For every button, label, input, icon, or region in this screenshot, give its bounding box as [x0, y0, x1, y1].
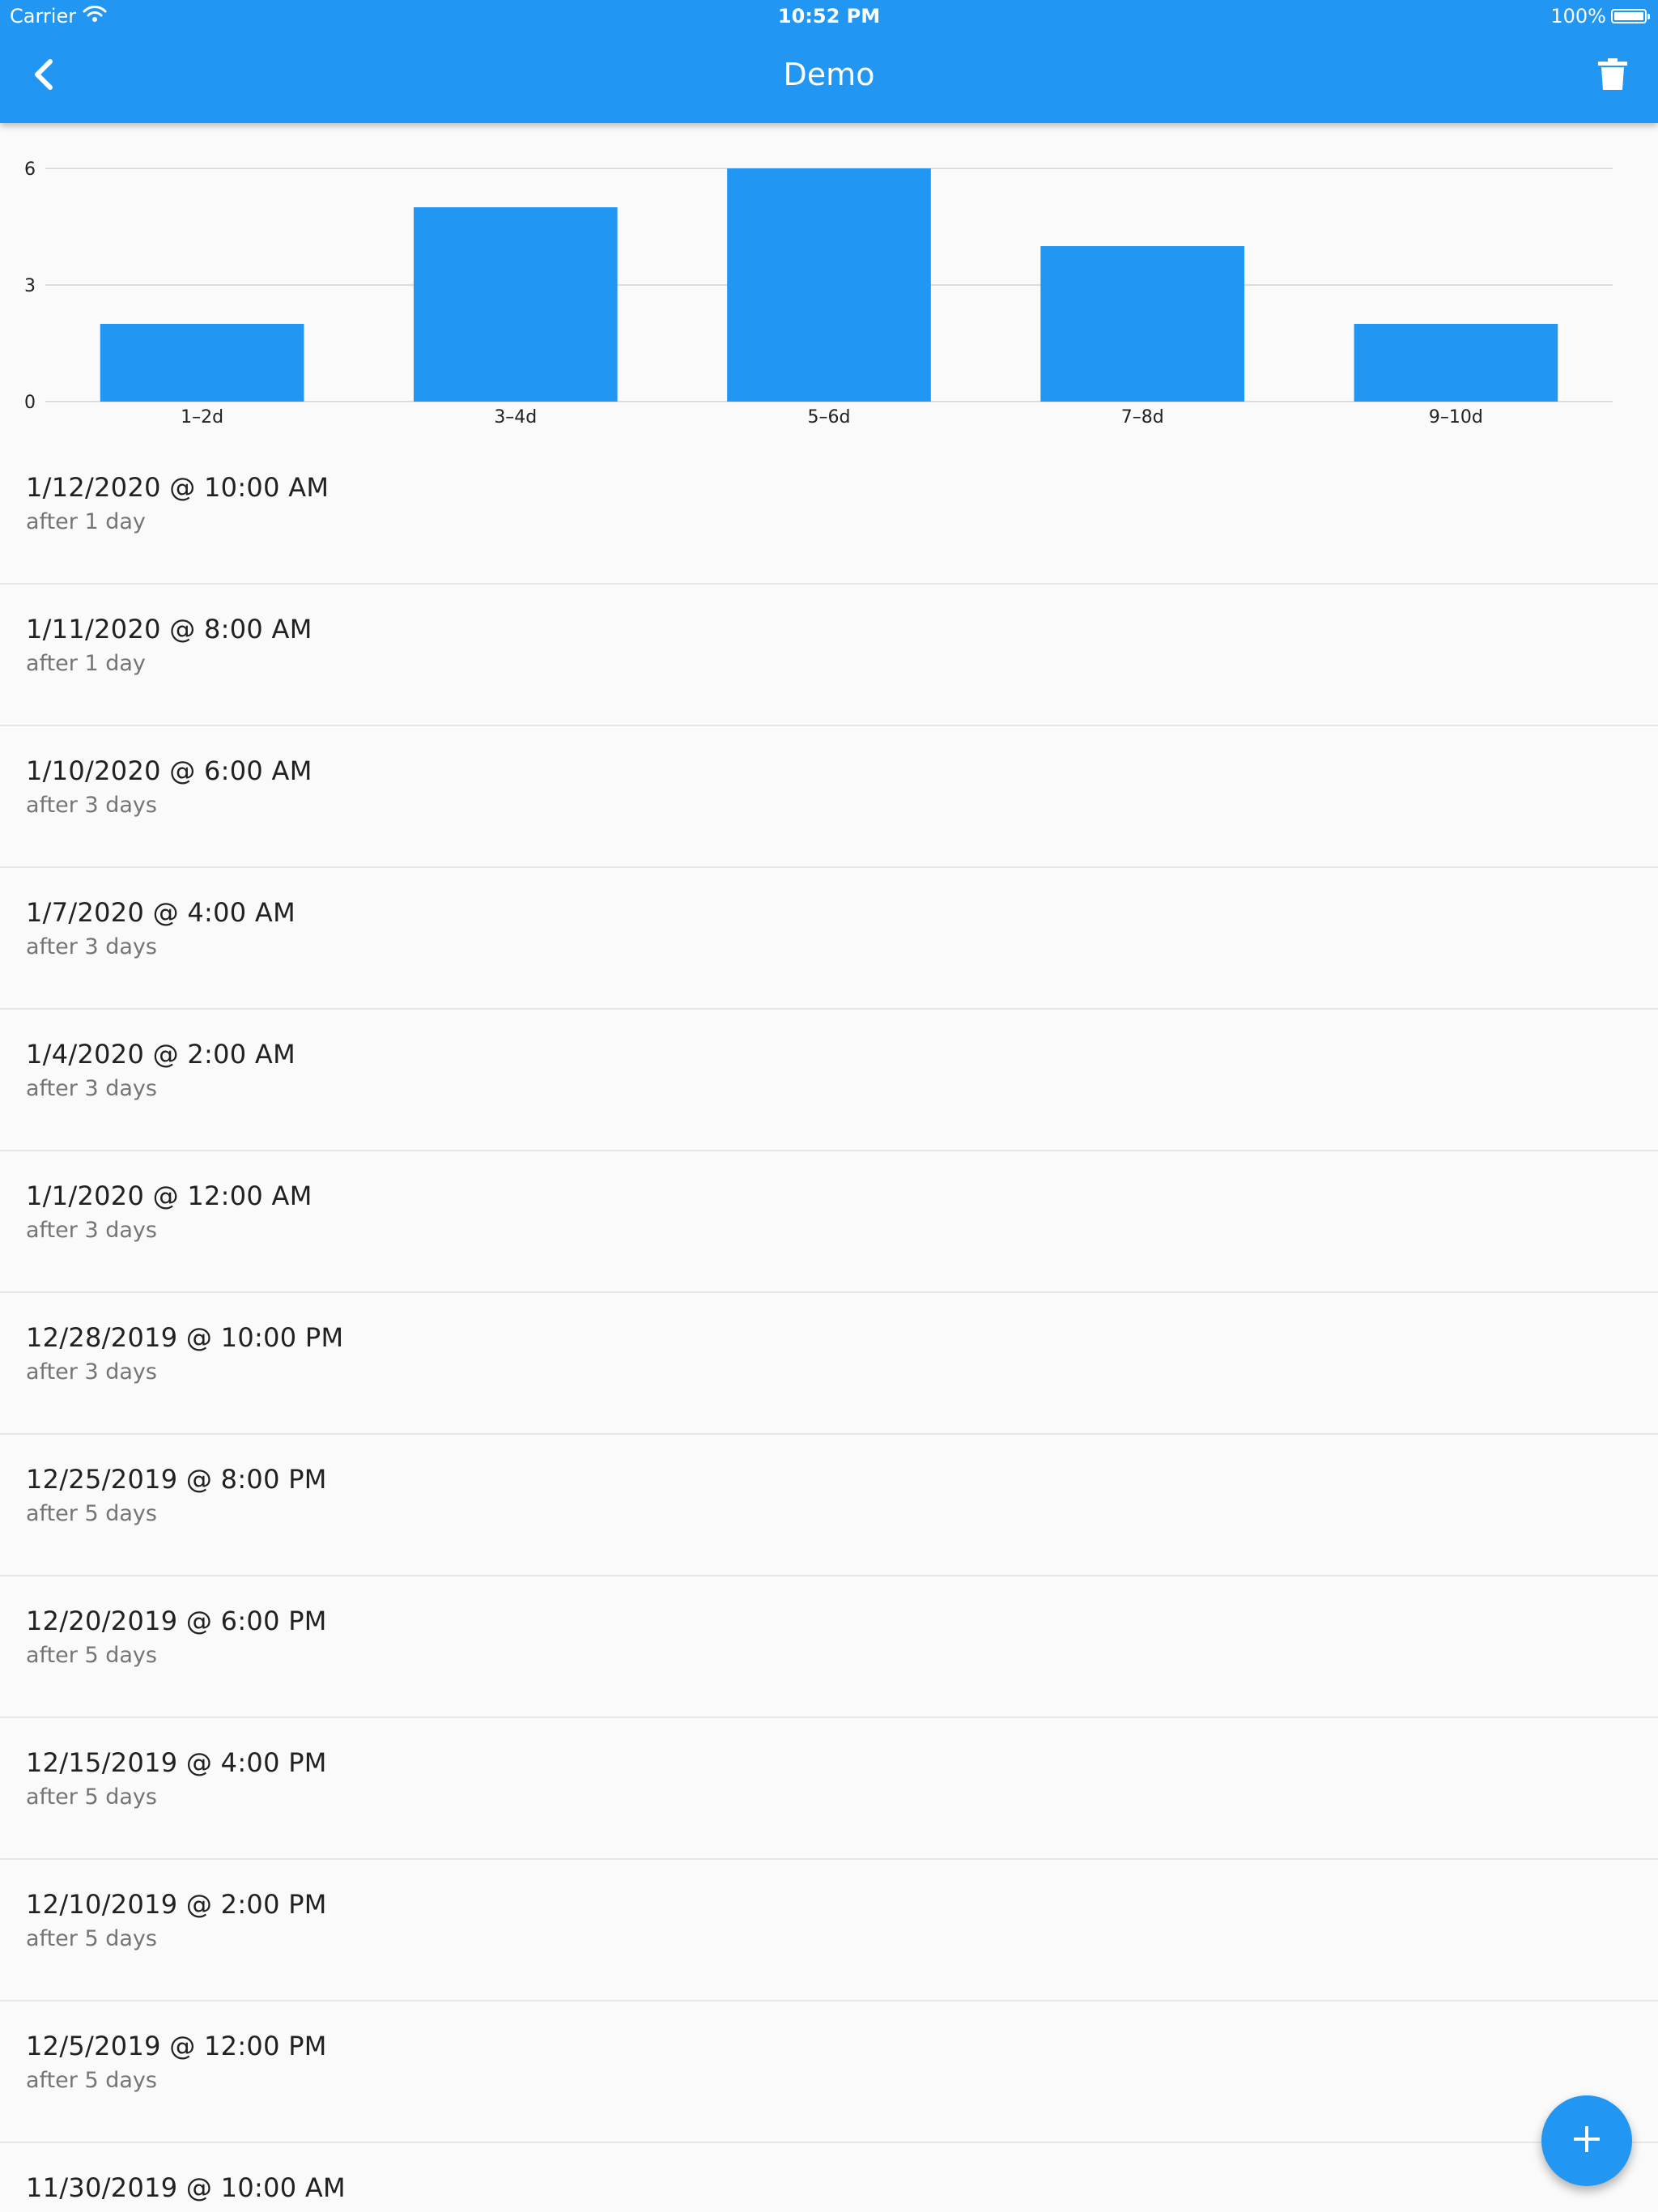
x-tick-label: 7–8d [1121, 407, 1164, 428]
entry-datetime: 1/4/2020 @ 2:00 AM [26, 1039, 295, 1070]
delete-button[interactable] [1587, 50, 1639, 102]
entry-interval: after 5 days [26, 1643, 157, 1668]
status-time: 10:52 PM [777, 5, 881, 28]
x-tick-label: 9–10d [1429, 407, 1483, 428]
entry-list: 1/12/2020 @ 10:00 AM after 1 day 1/11/2020… [0, 443, 1658, 2212]
entry-interval: after 5 days [26, 1926, 157, 1951]
entry-interval: after 3 days [26, 1359, 157, 1385]
chart-bar [727, 168, 931, 402]
entry-datetime: 11/30/2019 @ 10:00 AM [26, 2172, 346, 2203]
entry-datetime: 1/12/2020 @ 10:00 AM [26, 472, 329, 503]
x-tick-label: 5–6d [808, 407, 851, 428]
entry-interval: after 5 days [26, 1784, 157, 1810]
entry-datetime: 12/20/2019 @ 6:00 PM [26, 1606, 327, 1636]
status-bar: Carrier 10:52 PM 100% [0, 0, 1658, 32]
app-bar: Carrier 10:52 PM 100% Demo [0, 0, 1658, 123]
entry-datetime: 12/28/2019 @ 10:00 PM [26, 1322, 344, 1353]
entry-datetime: 1/7/2020 @ 4:00 AM [26, 897, 295, 928]
entry-interval: after 5 days [26, 2068, 157, 2093]
entry-datetime: 1/1/2020 @ 12:00 AM [26, 1180, 312, 1211]
battery-icon [1611, 9, 1650, 23]
entry-datetime: 12/15/2019 @ 4:00 PM [26, 1747, 327, 1778]
list-item[interactable]: 12/20/2019 @ 6:00 PM after 5 days [0, 1576, 1658, 1718]
list-item[interactable]: 1/10/2020 @ 6:00 AM after 3 days [0, 726, 1658, 868]
histogram-chart: 0 3 6 1–2d 3–4d 5–6d 7–8d 9–10d [0, 123, 1658, 439]
chart-svg: 0 3 6 1–2d 3–4d 5–6d 7–8d 9–10d [24, 160, 1613, 428]
battery-percent: 100% [1550, 5, 1606, 28]
list-item[interactable]: 1/7/2020 @ 4:00 AM after 3 days [0, 868, 1658, 1010]
plus-icon [1572, 2125, 1601, 2157]
list-item[interactable]: 1/11/2020 @ 8:00 AM after 1 day [0, 585, 1658, 726]
x-tick-label: 3–4d [494, 407, 537, 428]
app-screen: Carrier 10:52 PM 100% Demo 0 3 6 1–2d 3–… [0, 0, 1658, 2212]
trash-icon [1598, 57, 1627, 95]
x-tick-label: 1–2d [181, 407, 223, 428]
list-item[interactable]: 11/30/2019 @ 10:00 AM [0, 2143, 1658, 2212]
status-battery: 100% [1550, 5, 1650, 28]
entry-datetime: 12/10/2019 @ 2:00 PM [26, 1889, 327, 1920]
entry-interval: after 3 days [26, 934, 157, 959]
list-item[interactable]: 1/4/2020 @ 2:00 AM after 3 days [0, 1010, 1658, 1151]
entry-interval: after 1 day [26, 651, 146, 676]
chart-bar [1354, 324, 1558, 402]
chart-bar [1040, 246, 1245, 402]
list-item[interactable]: 1/1/2020 @ 12:00 AM after 3 days [0, 1151, 1658, 1293]
chart-bar [100, 324, 304, 402]
chart-bar [413, 207, 618, 402]
page-title: Demo [783, 57, 875, 92]
entry-interval: after 3 days [26, 793, 157, 818]
y-tick-label: 6 [24, 160, 36, 180]
y-tick-label: 0 [24, 393, 36, 413]
entry-interval: after 3 days [26, 1076, 157, 1101]
y-tick-label: 3 [24, 276, 36, 296]
battery-level [1614, 12, 1643, 20]
entry-datetime: 1/11/2020 @ 8:00 AM [26, 614, 312, 644]
list-item[interactable]: 12/25/2019 @ 8:00 PM after 5 days [0, 1435, 1658, 1576]
entry-datetime: 12/25/2019 @ 8:00 PM [26, 1464, 327, 1495]
list-item[interactable]: 12/28/2019 @ 10:00 PM after 3 days [0, 1293, 1658, 1435]
entry-datetime: 1/10/2020 @ 6:00 AM [26, 755, 312, 786]
entry-interval: after 3 days [26, 1218, 157, 1243]
list-item[interactable]: 12/15/2019 @ 4:00 PM after 5 days [0, 1718, 1658, 1860]
list-item[interactable]: 12/5/2019 @ 12:00 PM after 5 days [0, 2001, 1658, 2143]
entry-interval: after 1 day [26, 509, 146, 534]
entry-interval: after 5 days [26, 1501, 157, 1526]
list-item[interactable]: 12/10/2019 @ 2:00 PM after 5 days [0, 1860, 1658, 2001]
add-button[interactable] [1541, 2095, 1632, 2186]
entry-datetime: 12/5/2019 @ 12:00 PM [26, 2031, 327, 2061]
list-item[interactable]: 1/12/2020 @ 10:00 AM after 1 day [0, 443, 1658, 585]
